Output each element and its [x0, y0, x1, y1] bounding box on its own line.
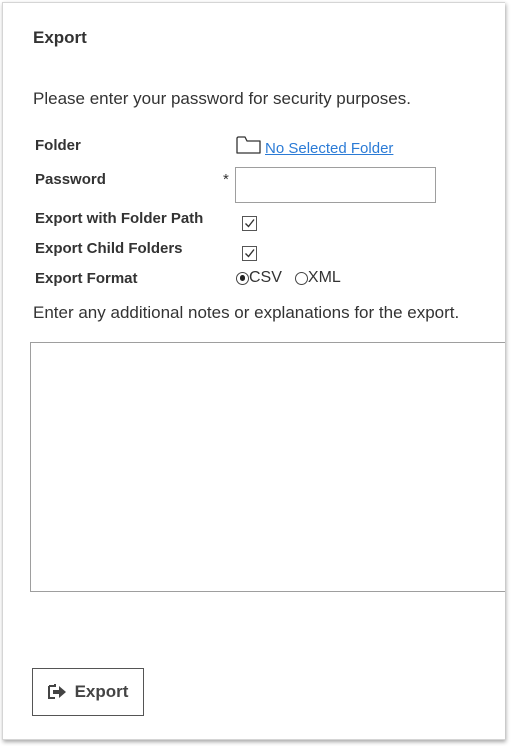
export-button[interactable]: Export: [32, 668, 144, 716]
intro-text: Please enter your password for security …: [33, 89, 411, 108]
checkmark-icon: [245, 219, 255, 228]
export-child-folders-label: Export Child Folders: [35, 240, 183, 257]
sign-out-arrow-icon: [47, 684, 66, 699]
password-label: Password: [35, 171, 106, 188]
dialog-title: Export: [33, 28, 87, 47]
folder-icon[interactable]: [236, 135, 262, 155]
no-selected-folder-link[interactable]: No Selected Folder: [265, 140, 393, 157]
required-marker: *: [223, 171, 229, 188]
export-child-folders-checkbox[interactable]: [242, 246, 257, 261]
checkmark-icon: [245, 249, 255, 258]
notes-hint: Enter any additional notes or explanatio…: [33, 303, 460, 322]
password-input[interactable]: [235, 167, 436, 203]
export-with-folder-path-label: Export with Folder Path: [35, 210, 204, 227]
csv-radio-label[interactable]: CSV: [249, 269, 282, 287]
folder-label: Folder: [35, 137, 81, 154]
csv-radio[interactable]: [236, 271, 249, 285]
xml-radio[interactable]: [294, 271, 308, 285]
export-format-radio-group: CSV XML: [236, 269, 354, 287]
export-button-label: Export: [74, 682, 129, 701]
export-format-label: Export Format: [35, 270, 138, 287]
xml-radio-label[interactable]: XML: [308, 269, 341, 287]
notes-textarea[interactable]: [30, 342, 505, 592]
export-with-folder-path-checkbox[interactable]: [242, 216, 257, 231]
